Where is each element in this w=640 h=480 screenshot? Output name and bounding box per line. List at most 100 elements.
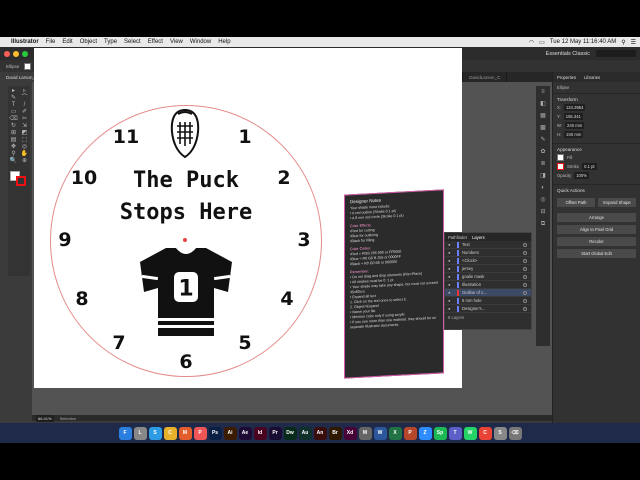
clock-number-3[interactable]: 3 bbox=[297, 229, 310, 251]
target-icon[interactable] bbox=[523, 266, 527, 271]
clock-number-7[interactable]: 7 bbox=[112, 332, 125, 354]
clock-title-line1[interactable]: The Puck bbox=[133, 168, 239, 193]
clock-number-8[interactable]: 8 bbox=[75, 288, 88, 310]
menu-file[interactable]: File bbox=[46, 39, 56, 45]
workspace-switcher[interactable]: Essentials Classic bbox=[546, 51, 590, 57]
zoom-tool-icon[interactable]: 🔍 bbox=[8, 158, 19, 165]
menu-type[interactable]: Type bbox=[104, 39, 117, 45]
transform-h-field[interactable]: 240 mm bbox=[564, 131, 584, 138]
shape-builder-tool-icon[interactable]: ⊞ bbox=[8, 130, 19, 137]
dock-app-icon[interactable]: F bbox=[118, 426, 132, 440]
layer-row[interactable]: ● Designer's... bbox=[445, 305, 531, 313]
transparency-panel-icon[interactable]: ◐ bbox=[536, 182, 550, 194]
dock-app-icon[interactable]: ⌫ bbox=[508, 426, 522, 440]
layer-row-selected[interactable]: ● Outline of c... bbox=[445, 289, 531, 297]
menu-object[interactable]: Object bbox=[80, 39, 97, 45]
goalie-mask-icon[interactable] bbox=[168, 108, 202, 160]
jersey-number[interactable]: 1 bbox=[178, 277, 193, 302]
arrange-button[interactable]: Arrange bbox=[557, 213, 636, 222]
pathfinder-panel-icon[interactable]: ⧉ bbox=[536, 218, 550, 230]
designer-notes-card[interactable]: Designer Notes Your shade must include: … bbox=[344, 189, 444, 379]
dock-app-icon[interactable]: Ae bbox=[238, 426, 252, 440]
eye-icon[interactable]: ● bbox=[448, 242, 454, 247]
dock-app-icon[interactable]: M bbox=[358, 426, 372, 440]
target-icon[interactable] bbox=[523, 258, 527, 263]
eye-icon[interactable]: ● bbox=[448, 298, 454, 303]
eye-icon[interactable]: ● bbox=[448, 266, 454, 271]
layers-panel-icon[interactable]: ◧ bbox=[536, 98, 550, 110]
brushes-panel-icon[interactable]: ✎ bbox=[536, 134, 550, 146]
clock-number-4[interactable]: 4 bbox=[280, 288, 293, 310]
dock-app-icon[interactable]: Br bbox=[328, 426, 342, 440]
blend-tool-icon[interactable]: ◎ bbox=[19, 144, 30, 151]
swatches-panel-icon[interactable]: ▩ bbox=[536, 122, 550, 134]
eye-icon[interactable]: ● bbox=[448, 282, 454, 287]
dock-app-icon[interactable]: C bbox=[163, 426, 177, 440]
symbols-panel-icon[interactable]: ✿ bbox=[536, 146, 550, 158]
selection-tool-icon[interactable]: ▸ bbox=[8, 88, 19, 95]
stroke-color-icon[interactable] bbox=[16, 176, 26, 186]
center-hole-marker[interactable] bbox=[183, 238, 187, 242]
menu-view[interactable]: View bbox=[170, 39, 183, 45]
menubar-clock[interactable]: Tue 12 May 11:16:40 AM bbox=[550, 39, 616, 45]
control-center-icon[interactable]: ☰ bbox=[631, 39, 636, 46]
battery-icon[interactable]: ▭ bbox=[539, 39, 545, 46]
stroke-panel-icon[interactable]: ≣ bbox=[536, 158, 550, 170]
pencil-tool-icon[interactable]: ✐ bbox=[19, 109, 30, 116]
zoom-field[interactable]: 66.41% bbox=[36, 414, 54, 422]
graph-tool-icon[interactable]: ▤ bbox=[8, 137, 19, 144]
window-close-button[interactable] bbox=[4, 50, 10, 57]
clock-number-11[interactable]: 11 bbox=[113, 126, 139, 148]
recolor-button[interactable]: Recolor bbox=[557, 237, 636, 246]
clock-number-5[interactable]: 5 bbox=[238, 332, 251, 354]
opacity-panel-field[interactable]: 100% bbox=[574, 172, 589, 179]
wifi-icon[interactable]: ◠ bbox=[529, 39, 534, 46]
layer-row[interactable]: ● <Clock> bbox=[445, 257, 531, 265]
rectangle-tool-icon[interactable]: ▭ bbox=[8, 109, 19, 116]
dock-app-icon[interactable]: T bbox=[448, 426, 462, 440]
transform-w-field[interactable]: 240 mm bbox=[565, 122, 585, 129]
clock-number-6[interactable]: 6 bbox=[179, 351, 192, 373]
dock-app-icon[interactable]: Sp bbox=[433, 426, 447, 440]
dock-app-icon[interactable]: P bbox=[193, 426, 207, 440]
spotlight-icon[interactable]: ⚲ bbox=[621, 39, 625, 46]
properties-panel-icon[interactable]: ≡ bbox=[536, 86, 550, 98]
layer-row[interactable]: ● jersey bbox=[445, 265, 531, 273]
dock-app-icon[interactable]: Z bbox=[418, 426, 432, 440]
dock-app-icon[interactable]: L bbox=[133, 426, 147, 440]
menu-effect[interactable]: Effect bbox=[148, 39, 163, 45]
menu-window[interactable]: Window bbox=[190, 39, 211, 45]
target-icon[interactable] bbox=[523, 298, 527, 303]
offset-path-button[interactable]: Offset Path bbox=[557, 198, 595, 207]
gradient-tool-icon[interactable]: ◩ bbox=[19, 130, 30, 137]
tab-libraries[interactable]: Libraries bbox=[584, 75, 600, 80]
tab-pathfinder[interactable]: Pathfinder bbox=[448, 235, 467, 240]
hand-tool-icon[interactable]: ✋ bbox=[19, 151, 30, 158]
scale-tool-icon[interactable]: ⇲ bbox=[19, 123, 30, 130]
clock-title-line2[interactable]: Stops Here bbox=[120, 200, 252, 225]
fill-swatch[interactable] bbox=[24, 62, 32, 70]
clock-number-9[interactable]: 9 bbox=[58, 229, 71, 251]
layer-row[interactable]: ● Text bbox=[445, 241, 531, 249]
target-icon[interactable] bbox=[523, 306, 527, 311]
dock-app-icon[interactable]: Ai bbox=[223, 426, 237, 440]
dock-app-icon[interactable]: S bbox=[148, 426, 162, 440]
tab-properties[interactable]: Properties bbox=[557, 75, 576, 80]
align-pixel-grid-button[interactable]: Align to Pixel Grid bbox=[557, 225, 636, 234]
symbol-sprayer-tool-icon[interactable]: ⊕ bbox=[19, 158, 30, 165]
dock-app-icon[interactable]: S bbox=[493, 426, 507, 440]
dock-app-icon[interactable]: An bbox=[313, 426, 327, 440]
dock-app-icon[interactable]: X bbox=[388, 426, 402, 440]
align-panel-icon[interactable]: ⊟ bbox=[536, 206, 550, 218]
clock-number-1[interactable]: 1 bbox=[238, 126, 251, 148]
window-zoom-button[interactable] bbox=[22, 50, 28, 57]
target-icon[interactable] bbox=[523, 242, 527, 247]
menu-help[interactable]: Help bbox=[218, 39, 230, 45]
tab-davidlarson[interactable]: DavidLarson_C bbox=[463, 72, 508, 82]
fill-swatch-panel[interactable] bbox=[557, 154, 564, 161]
dock-app-icon[interactable]: P bbox=[403, 426, 417, 440]
rotate-tool-icon[interactable]: ↻ bbox=[8, 123, 19, 130]
target-icon[interactable] bbox=[523, 290, 527, 295]
tab-layers[interactable]: Layers bbox=[472, 235, 485, 240]
type-tool-icon[interactable]: T bbox=[8, 102, 19, 109]
